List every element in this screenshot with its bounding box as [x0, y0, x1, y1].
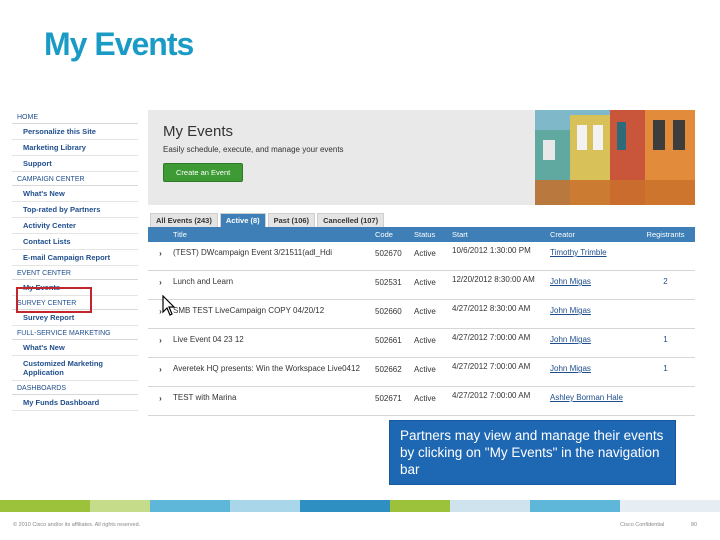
sidebar-item[interactable]: Top-rated by Partners	[12, 202, 138, 218]
cell-creator-link[interactable]: Timothy Trimble	[550, 242, 636, 257]
cell-title: Lunch and Learn	[173, 277, 234, 286]
sidebar-section-head[interactable]: HOME	[12, 110, 138, 124]
sidebar-item[interactable]: E-mail Campaign Report	[12, 250, 138, 266]
cell-status: Active	[414, 307, 436, 316]
row-expand-chevron-icon[interactable]: ›	[148, 358, 173, 374]
cell-start: 4/27/2012 7:00:00 AM	[452, 391, 531, 400]
footer-copyright: © 2010 Cisco and/or its affiliates. All …	[13, 522, 141, 528]
sidebar-item[interactable]: Activity Center	[12, 218, 138, 234]
sidebar-item[interactable]: What's New	[12, 186, 138, 202]
sidebar-item[interactable]: Marketing Library	[12, 140, 138, 156]
cell-creator-link[interactable]: John Migas	[550, 300, 636, 315]
main-panel: My Events Easily schedule, execute, and …	[148, 110, 695, 416]
mouse-cursor-icon	[162, 295, 176, 316]
page-banner: My Events Easily schedule, execute, and …	[148, 110, 695, 205]
table-row[interactable]: › SMB TEST LiveCampaign COPY 04/20/12 5026…	[148, 300, 695, 329]
sidebar-item[interactable]: Personalize this Site	[12, 124, 138, 140]
my-events-highlight	[16, 287, 92, 313]
cell-status: Active	[414, 249, 436, 258]
footer-page-number: 80	[691, 522, 698, 528]
create-event-button[interactable]: Create an Event	[163, 163, 244, 182]
cell-code: 502671	[375, 394, 402, 403]
sidebar-item[interactable]: Customized Marketing Application	[12, 356, 138, 381]
cell-start: 4/27/2012 7:00:00 AM	[452, 362, 531, 371]
cell-code: 502661	[375, 336, 402, 345]
tab-cancelled[interactable]: Cancelled (107)	[317, 213, 385, 227]
sidebar-section-head[interactable]: CAMPAIGN CENTER	[12, 172, 138, 186]
cell-start: 4/27/2012 7:00:00 AM	[452, 333, 531, 342]
col-status[interactable]: Status	[414, 230, 452, 239]
cell-registrants[interactable]	[636, 300, 695, 306]
cell-title: SMB TEST LiveCampaign COPY 04/20/12	[173, 306, 325, 315]
table-row[interactable]: › (TEST) DWcampaign Event 3/21511(adl_Hdi…	[148, 242, 695, 271]
tab-past[interactable]: Past (106)	[267, 213, 316, 227]
cell-title: TEST with Marina	[173, 393, 237, 402]
col-title[interactable]: Title	[173, 230, 375, 239]
sidebar-item[interactable]: Support	[12, 156, 138, 172]
row-expand-chevron-icon[interactable]: ›	[148, 242, 173, 258]
cell-status: Active	[414, 394, 436, 403]
cell-registrants[interactable]	[636, 387, 695, 393]
cell-registrants[interactable]	[636, 242, 695, 248]
row-expand-chevron-icon[interactable]: ›	[148, 329, 173, 345]
table-row[interactable]: › Live Event 04 23 12 502661 Active 4/27/201…	[148, 329, 695, 358]
cell-creator-link[interactable]: John Migas	[550, 271, 636, 286]
cell-start: 4/27/2012 8:30:00 AM	[452, 304, 531, 313]
sidebar-item[interactable]: What's New	[12, 340, 138, 356]
cell-status: Active	[414, 365, 436, 374]
callout-box: Partners may view and manage their event…	[389, 420, 676, 485]
cell-registrants[interactable]: 1	[636, 329, 695, 344]
cell-registrants[interactable]: 1	[636, 358, 695, 373]
cell-title: (TEST) DWcampaign Event 3/21511(adl_Hdi	[173, 248, 333, 257]
slide-title: My Events	[44, 26, 194, 62]
cell-code: 502662	[375, 365, 402, 374]
col-registrants[interactable]: Registrants	[636, 230, 695, 239]
table-header: Title Code Status Start Creator Registra…	[148, 227, 695, 242]
cell-status: Active	[414, 278, 436, 287]
table-row[interactable]: › Averetek HQ presents: Win the Workspace…	[148, 358, 695, 387]
sidebar-item[interactable]: Contact Lists	[12, 234, 138, 250]
cell-creator-link[interactable]: Ashley Borman Hale	[550, 387, 636, 402]
row-expand-chevron-icon[interactable]: ›	[148, 271, 173, 287]
table-row[interactable]: › Lunch and Learn 502531 Active 12/20/2012 8…	[148, 271, 695, 300]
sidebar-section-head[interactable]: FULL-SERVICE MARKETING	[12, 326, 138, 340]
page-title: My Events	[163, 123, 234, 140]
sidebar-item[interactable]: My Funds Dashboard	[12, 395, 138, 411]
footer-confidential: Cisco Confidential	[620, 522, 665, 528]
cell-start: 12/20/2012 8:30:00 AM	[452, 275, 535, 284]
footer-color-bar	[0, 500, 720, 512]
sidebar-section-head[interactable]: DASHBOARDS	[12, 381, 138, 395]
col-creator[interactable]: Creator	[550, 230, 636, 239]
row-expand-chevron-icon[interactable]: ›	[148, 387, 173, 403]
tab-active[interactable]: Active (8)	[219, 213, 266, 227]
table-row[interactable]: › TEST with Marina 502671 Active 4/27/2012 7…	[148, 387, 695, 416]
event-tabs: All Events (243) Active (8) Past (106) C…	[148, 213, 695, 227]
page-subtitle: Easily schedule, execute, and manage you…	[163, 145, 344, 154]
col-start[interactable]: Start	[452, 230, 550, 239]
portal-screenshot: HOME Personalize this Site Marketing Libra…	[12, 110, 695, 420]
cell-status: Active	[414, 336, 436, 345]
sidebar-section-head[interactable]: EVENT CENTER	[12, 266, 138, 280]
cell-creator-link[interactable]: John Migas	[550, 329, 636, 344]
cell-start: 10/6/2012 1:30:00 PM	[452, 246, 531, 255]
cell-code: 502531	[375, 278, 402, 287]
cell-code: 502660	[375, 307, 402, 316]
col-code[interactable]: Code	[375, 230, 414, 239]
banner-image	[535, 110, 695, 205]
tab-all-events[interactable]: All Events (243)	[150, 213, 218, 227]
cell-creator-link[interactable]: John Migas	[550, 358, 636, 373]
cell-registrants[interactable]: 2	[636, 271, 695, 286]
events-table-body: › (TEST) DWcampaign Event 3/21511(adl_Hdi…	[148, 242, 695, 416]
cell-title: Averetek HQ presents: Win the Workspace …	[173, 364, 360, 373]
cell-code: 502670	[375, 249, 402, 258]
sidebar-nav: HOME Personalize this Site Marketing Libra…	[12, 110, 138, 430]
cell-title: Live Event 04 23 12	[173, 335, 244, 344]
